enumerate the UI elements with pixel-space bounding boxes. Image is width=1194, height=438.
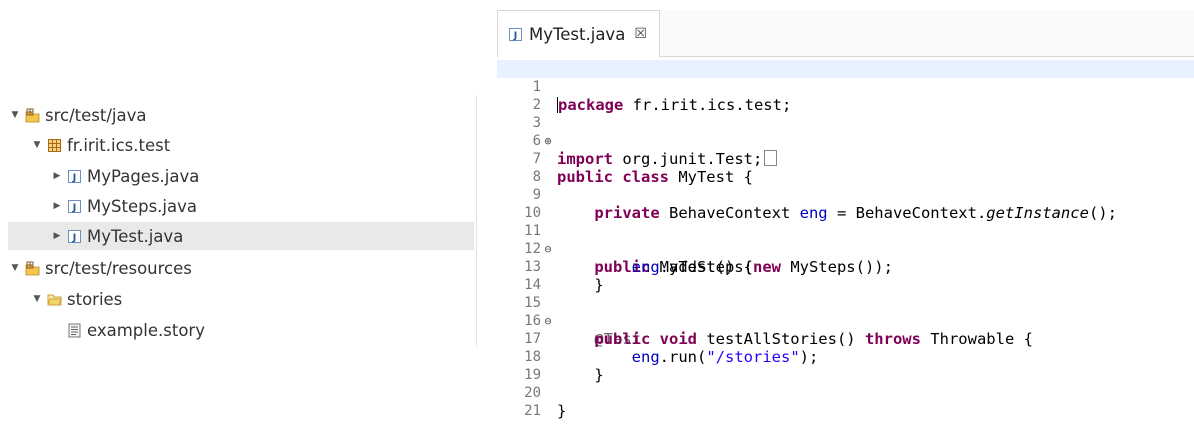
tree-item-package[interactable]: ▼ fr.irit.ics.test bbox=[30, 131, 474, 159]
code-line: 15 ⊖ @Test bbox=[497, 276, 1194, 348]
code-line: 14 bbox=[497, 258, 1194, 293]
code-line: 11 ⊖ public MyTest() { bbox=[497, 204, 1194, 276]
line-number: 21 bbox=[524, 403, 541, 419]
code-line: 9 private BehaveContext eng = BehaveCont… bbox=[497, 168, 1194, 222]
expanded-arrow-icon[interactable]: ▼ bbox=[30, 140, 44, 150]
source-folder-icon bbox=[25, 108, 40, 123]
text-file-icon bbox=[67, 323, 82, 338]
tree-item-label: stories bbox=[67, 289, 123, 309]
code-line: 1 package fr.irit.ics.test; bbox=[497, 60, 1194, 114]
tree-item-label: MySteps.java bbox=[87, 196, 197, 216]
tree-item-label: MyTest.java bbox=[87, 226, 184, 246]
code-line: 16 public void testAllStories() throws T… bbox=[497, 294, 1194, 348]
close-icon[interactable]: ☒ bbox=[634, 26, 647, 42]
collapsed-arrow-icon[interactable]: ▶ bbox=[50, 171, 64, 181]
code-line: 7 public class MyTest { bbox=[497, 132, 1194, 186]
expanded-arrow-icon[interactable]: ▼ bbox=[30, 294, 44, 304]
code-line: 13 } bbox=[497, 240, 1194, 294]
package-explorer-tree: ▼ src/test/java ▼ fr.irit.ics.test ▶ J M… bbox=[0, 0, 480, 437]
tree-item-example-story[interactable]: example.story bbox=[67, 316, 474, 344]
code-line: 6 bbox=[497, 114, 1194, 149]
tab-label: MyTest.java bbox=[529, 24, 626, 44]
java-file-icon: J bbox=[508, 27, 523, 42]
collapsed-arrow-icon[interactable]: ▶ bbox=[50, 231, 64, 241]
tree-item-label: MyPages.java bbox=[87, 166, 200, 186]
code-line: 19 bbox=[497, 348, 1194, 383]
code-line: 12 eng.addSteps(new MySteps()); bbox=[497, 222, 1194, 276]
svg-text:J: J bbox=[72, 202, 77, 213]
code-area[interactable]: 1 package fr.irit.ics.test; 2 3 ⊕ import… bbox=[497, 57, 1194, 437]
svg-text:J: J bbox=[72, 172, 77, 183]
expanded-arrow-icon[interactable]: ▼ bbox=[8, 263, 22, 273]
svg-text:J: J bbox=[72, 232, 77, 243]
editor-tab-strip: J MyTest.java ☒ bbox=[497, 10, 1194, 57]
java-file-icon: J bbox=[67, 169, 82, 184]
package-icon bbox=[47, 138, 62, 153]
java-editor: J MyTest.java ☒ 1 package fr.irit.ics.te… bbox=[497, 0, 1194, 437]
tree-item-label: src/test/java bbox=[45, 105, 147, 125]
tree-item-mytest[interactable]: ▶ J MyTest.java bbox=[8, 222, 474, 250]
tree-item-stories[interactable]: ▼ stories bbox=[30, 285, 474, 313]
code-line: 18 } bbox=[497, 330, 1194, 384]
code-line: 10 bbox=[497, 186, 1194, 221]
code-line: 21 bbox=[497, 384, 1194, 419]
java-file-icon: J bbox=[67, 229, 82, 244]
tree-item-label: example.story bbox=[87, 320, 205, 340]
collapsed-arrow-icon[interactable]: ▶ bbox=[50, 201, 64, 211]
tree-item-label: src/test/resources bbox=[45, 258, 192, 278]
code-line: 17 eng.run("/stories"); bbox=[497, 312, 1194, 366]
java-file-icon: J bbox=[67, 199, 82, 214]
folder-icon bbox=[47, 292, 62, 307]
expanded-arrow-icon[interactable]: ▼ bbox=[8, 110, 22, 120]
tree-item-label: fr.irit.ics.test bbox=[67, 135, 171, 155]
tree-item-mysteps[interactable]: ▶ J MySteps.java bbox=[50, 192, 474, 220]
tree-item-src-test-java[interactable]: ▼ src/test/java bbox=[8, 101, 474, 129]
code-line: 8 bbox=[497, 150, 1194, 185]
source-folder-icon bbox=[25, 261, 40, 276]
tab-mytest-java[interactable]: J MyTest.java ☒ bbox=[497, 10, 660, 57]
tree-item-mypages[interactable]: ▶ J MyPages.java bbox=[50, 162, 474, 190]
code-line: 2 bbox=[497, 78, 1194, 113]
code-line: 20 } bbox=[497, 366, 1194, 420]
code-line: 3 ⊕ import org.junit.Test; bbox=[497, 96, 1194, 168]
svg-text:J: J bbox=[513, 30, 518, 41]
tree-item-src-test-resources[interactable]: ▼ src/test/resources bbox=[8, 254, 474, 282]
panel-divider bbox=[476, 95, 477, 347]
